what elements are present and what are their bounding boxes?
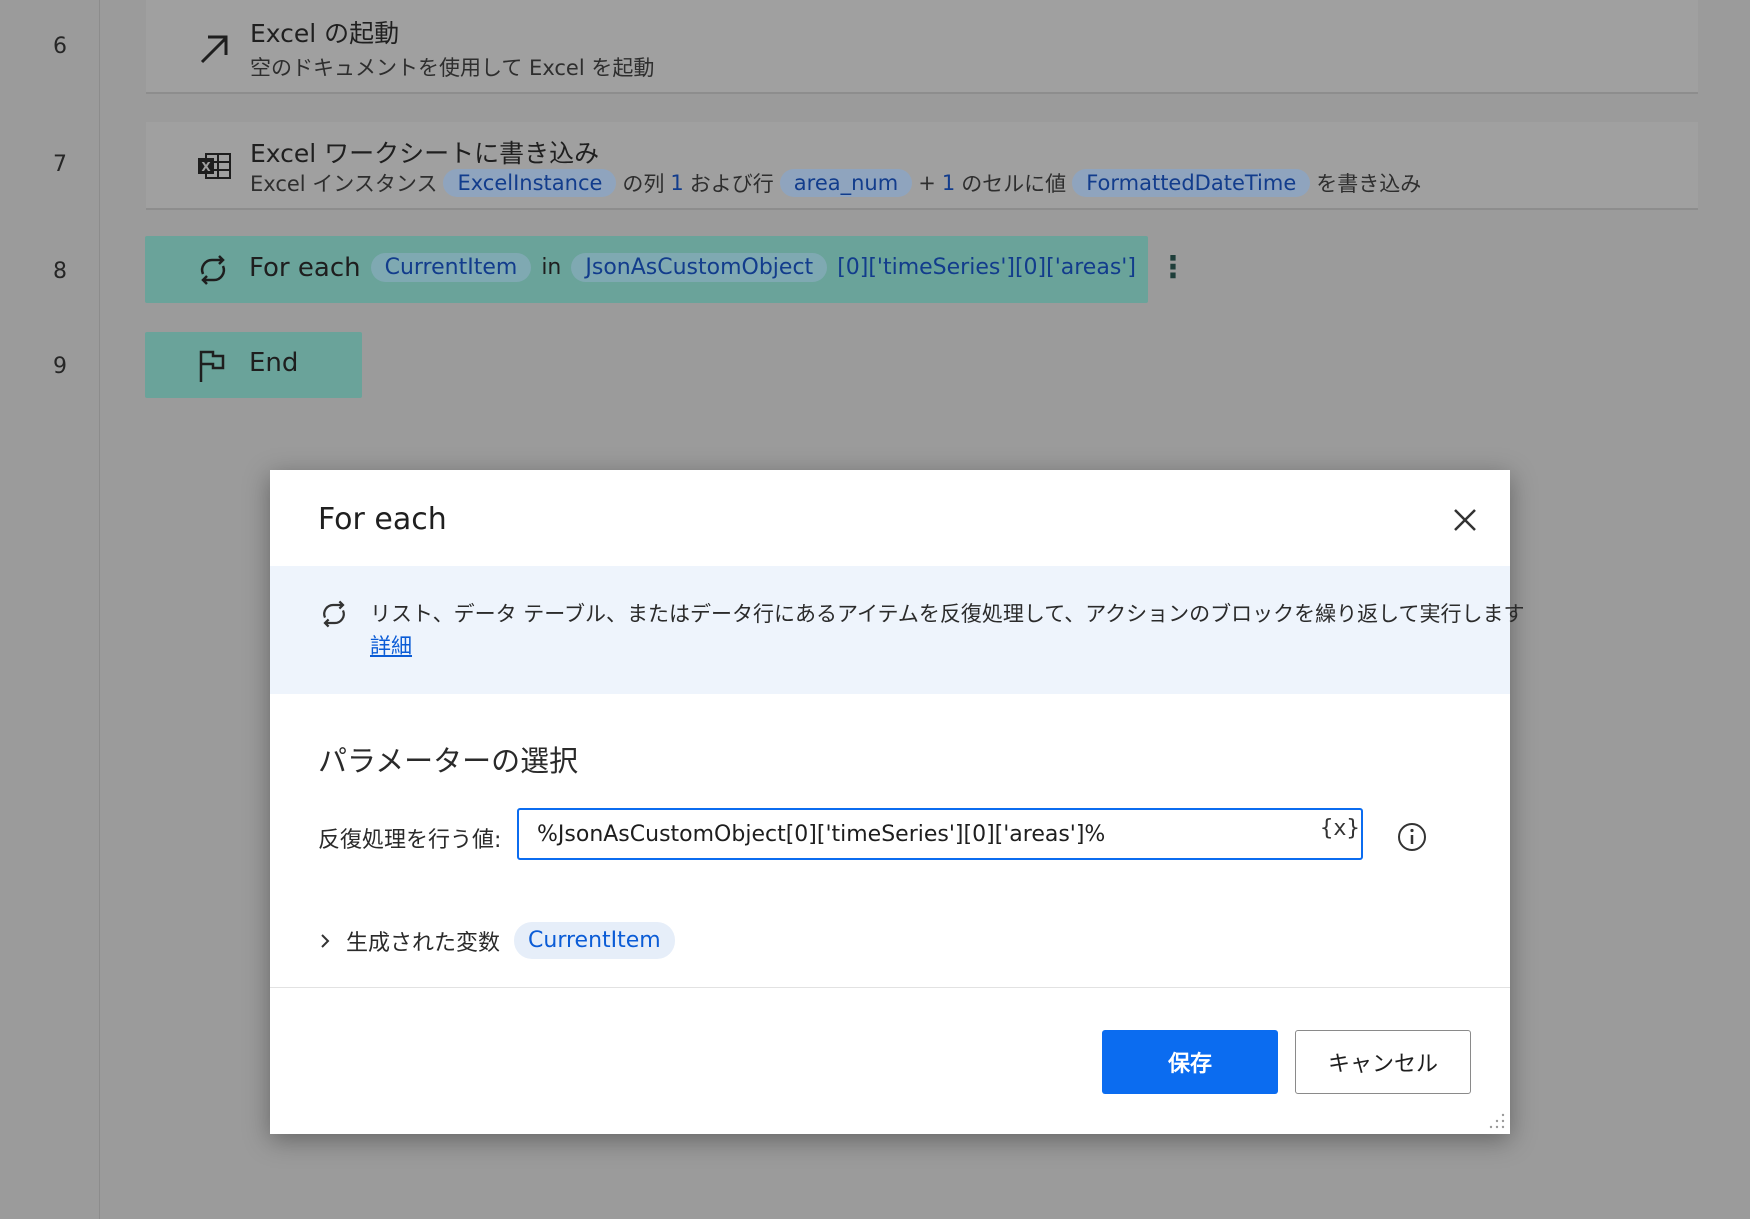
subtitle-text: を書き込み xyxy=(1316,172,1422,196)
path-expression: [0]['timeSeries'][0]['areas'] xyxy=(837,255,1136,280)
keyword-for-each: For each xyxy=(249,252,361,283)
subtitle-text: の列 xyxy=(622,172,665,196)
details-link[interactable]: 詳細 xyxy=(370,630,412,660)
for-each-dialog: For each リスト、データ テーブル、またはデータ行にあるアイテムを反復処… xyxy=(270,470,1525,1134)
generated-variables-label: 生成された変数 xyxy=(346,930,501,956)
close-icon[interactable] xyxy=(1445,500,1485,540)
variable-token: CurrentItem xyxy=(370,253,532,282)
line-number: 8 xyxy=(53,259,67,284)
subtitle-text: および行 xyxy=(689,172,774,196)
flag-icon xyxy=(199,350,225,382)
generated-variables-toggle[interactable]: 生成された変数 CurrentItem xyxy=(318,922,675,959)
subtitle-text: のセルに値 xyxy=(961,172,1067,196)
line-number: 7 xyxy=(53,152,67,177)
save-button[interactable]: 保存 xyxy=(1102,1030,1278,1094)
resize-grip-icon[interactable] xyxy=(1488,1112,1506,1130)
keyword-end: End xyxy=(249,348,299,378)
action-for-each[interactable]: For each CurrentItem in JsonAsCustomObje… xyxy=(145,236,1188,303)
excel-icon: X xyxy=(198,153,231,179)
action-excel-launch[interactable]: Excel の起動 空のドキュメントを使用して Excel を起動 xyxy=(146,0,1698,94)
footer-divider xyxy=(270,987,1510,988)
action-subtitle: 空のドキュメントを使用して Excel を起動 xyxy=(250,56,655,80)
line-number-gutter xyxy=(0,0,100,1219)
variable-token: area_num xyxy=(779,169,913,197)
keyword-in: in xyxy=(541,255,562,280)
variable-token: JsonAsCustomObject xyxy=(571,253,828,282)
line-number: 6 xyxy=(53,34,67,59)
description-text: リスト、データ テーブル、またはデータ行にあるアイテムを反復処理して、アクション… xyxy=(370,602,1525,626)
line-number: 9 xyxy=(53,354,67,379)
number-token: 1 xyxy=(670,171,684,195)
action-excel-write[interactable]: X Excel ワークシートに書き込み Excel インスタンス ExcelIn… xyxy=(146,122,1698,210)
dialog-title: For each xyxy=(318,502,447,537)
svg-text:X: X xyxy=(201,160,211,174)
iterate-value-input[interactable] xyxy=(517,808,1363,860)
arrow-up-right-icon xyxy=(200,35,228,64)
chevron-right-icon xyxy=(321,933,330,948)
variable-token: FormattedDateTime xyxy=(1072,169,1311,197)
action-title: Excel ワークシートに書き込み xyxy=(250,139,600,168)
number-token: 1 xyxy=(941,171,956,195)
description-banner: リスト、データ テーブル、またはデータ行にあるアイテムを反復処理して、アクション… xyxy=(270,566,1525,694)
action-subtitle: Excel インスタンス ExcelInstance の列 1 および行 are… xyxy=(250,168,1421,198)
generated-variable-chip[interactable]: CurrentItem xyxy=(514,922,675,959)
section-title: パラメーターの選択 xyxy=(318,744,579,778)
for-each-summary: For each CurrentItem in JsonAsCustomObje… xyxy=(249,250,1188,285)
action-end[interactable]: End xyxy=(145,332,362,398)
info-icon[interactable] xyxy=(1396,821,1428,853)
more-options-icon[interactable]: ⋮ xyxy=(1158,250,1188,285)
subtitle-text: + xyxy=(918,171,936,195)
loop-icon xyxy=(323,600,345,628)
variable-token: ExcelInstance xyxy=(443,169,617,197)
iterate-value-label: 反復処理を行う値: xyxy=(318,828,502,853)
subtitle-text: Excel インスタンス xyxy=(250,172,438,196)
variable-picker-button[interactable]: {x} xyxy=(1320,816,1360,841)
action-title: Excel の起動 xyxy=(250,19,400,48)
loop-icon xyxy=(200,255,226,285)
cancel-button[interactable]: キャンセル xyxy=(1295,1030,1471,1094)
